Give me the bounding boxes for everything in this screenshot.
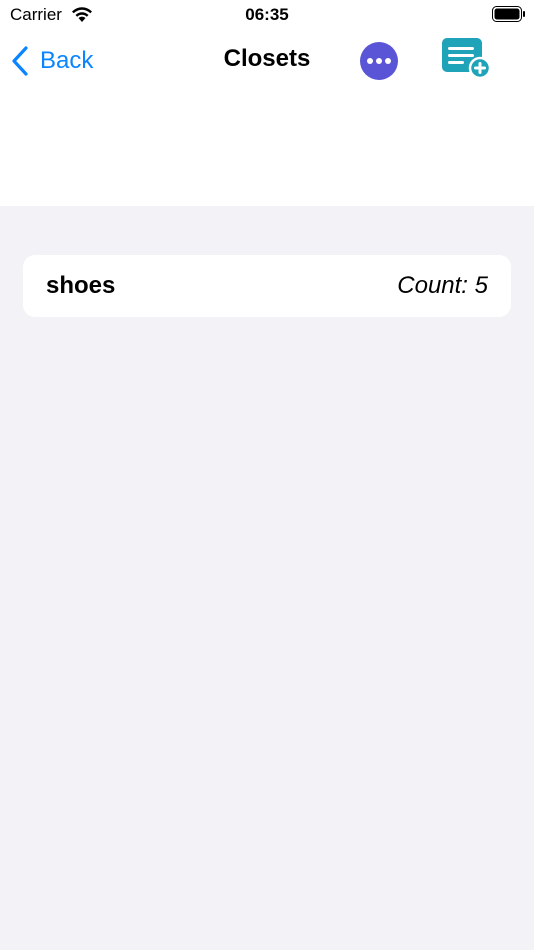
closet-name: shoes bbox=[46, 272, 116, 299]
closet-count: Count: 5 bbox=[397, 272, 488, 299]
more-options-button[interactable] bbox=[360, 42, 398, 80]
chevron-left-icon bbox=[12, 46, 28, 76]
closet-list: shoes Count: 5 bbox=[0, 206, 534, 950]
back-button[interactable]: Back bbox=[10, 44, 93, 78]
status-bar: Carrier 06:35 bbox=[0, 0, 534, 30]
back-label: Back bbox=[40, 47, 94, 74]
add-closet-button[interactable] bbox=[440, 36, 492, 80]
closet-row[interactable]: shoes Count: 5 bbox=[23, 255, 511, 317]
navigation-bar: Back Closets bbox=[0, 30, 534, 206]
list-add-icon bbox=[442, 38, 492, 80]
clock: 06:35 bbox=[245, 5, 289, 24]
battery-full-icon bbox=[492, 6, 525, 22]
ellipsis-icon bbox=[367, 58, 391, 64]
